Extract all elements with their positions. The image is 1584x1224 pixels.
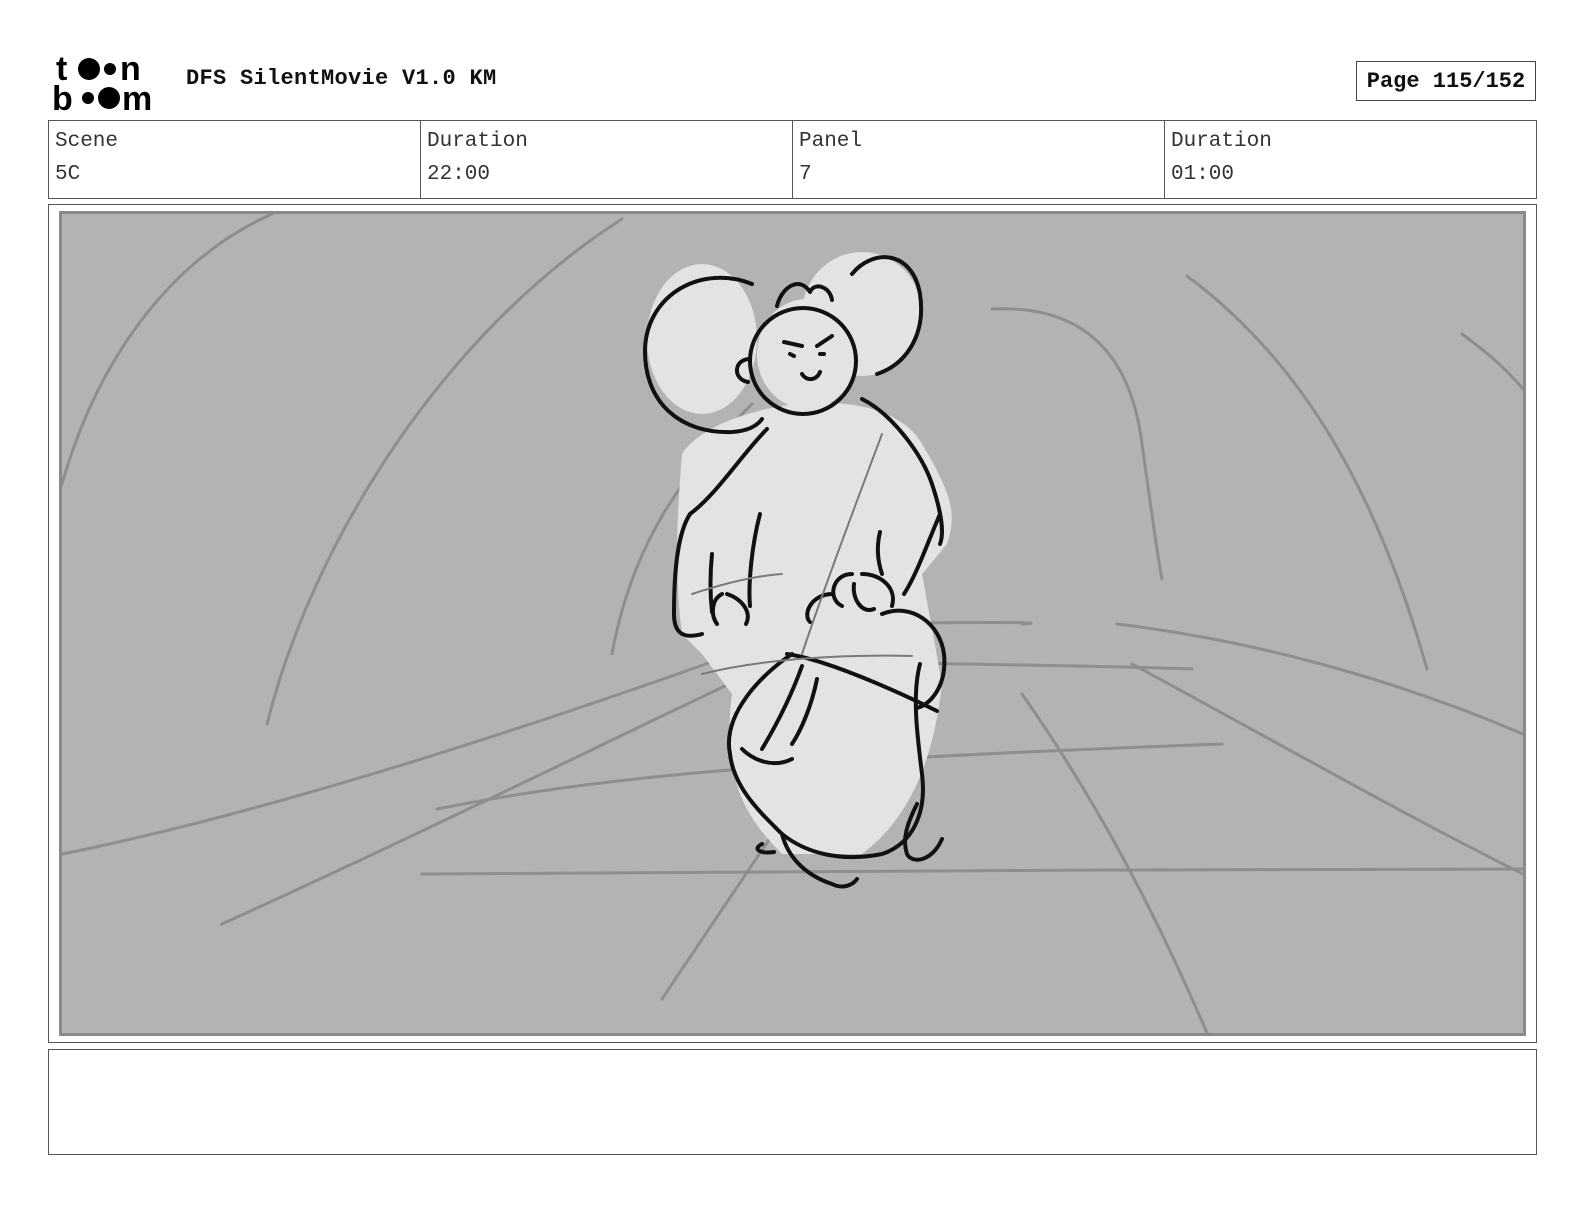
panel-duration-cell: Duration 01:00 bbox=[1165, 121, 1536, 198]
svg-text:m: m bbox=[122, 80, 152, 112]
panel-duration-label: Duration bbox=[1171, 130, 1272, 153]
page-indicator: Page 115/152 bbox=[1356, 61, 1536, 101]
scene-duration-value: 22:00 bbox=[427, 163, 491, 186]
scene-label: Scene bbox=[55, 130, 119, 153]
character-fill bbox=[647, 252, 952, 854]
scene-value: 5C bbox=[55, 163, 81, 186]
sketch-svg bbox=[62, 214, 1523, 1033]
scene-duration-label: Duration bbox=[427, 130, 528, 153]
panel-drawing bbox=[59, 211, 1526, 1036]
panel-notes-box bbox=[48, 1049, 1537, 1155]
svg-text:b: b bbox=[52, 80, 73, 112]
scene-cell: Scene 5C bbox=[49, 121, 421, 198]
toon-boom-logo: t n b m bbox=[52, 50, 164, 112]
scene-info-row: Scene 5C Duration 22:00 Panel 7 Duration… bbox=[48, 120, 1537, 199]
panel-duration-value: 01:00 bbox=[1171, 163, 1235, 186]
storyboard-panel bbox=[48, 204, 1537, 1043]
panel-cell: Panel 7 bbox=[793, 121, 1165, 198]
scene-duration-cell: Duration 22:00 bbox=[421, 121, 793, 198]
panel-label: Panel bbox=[799, 130, 863, 153]
document-title: DFS SilentMovie V1.0 KM bbox=[186, 66, 497, 91]
panel-value: 7 bbox=[799, 163, 812, 186]
